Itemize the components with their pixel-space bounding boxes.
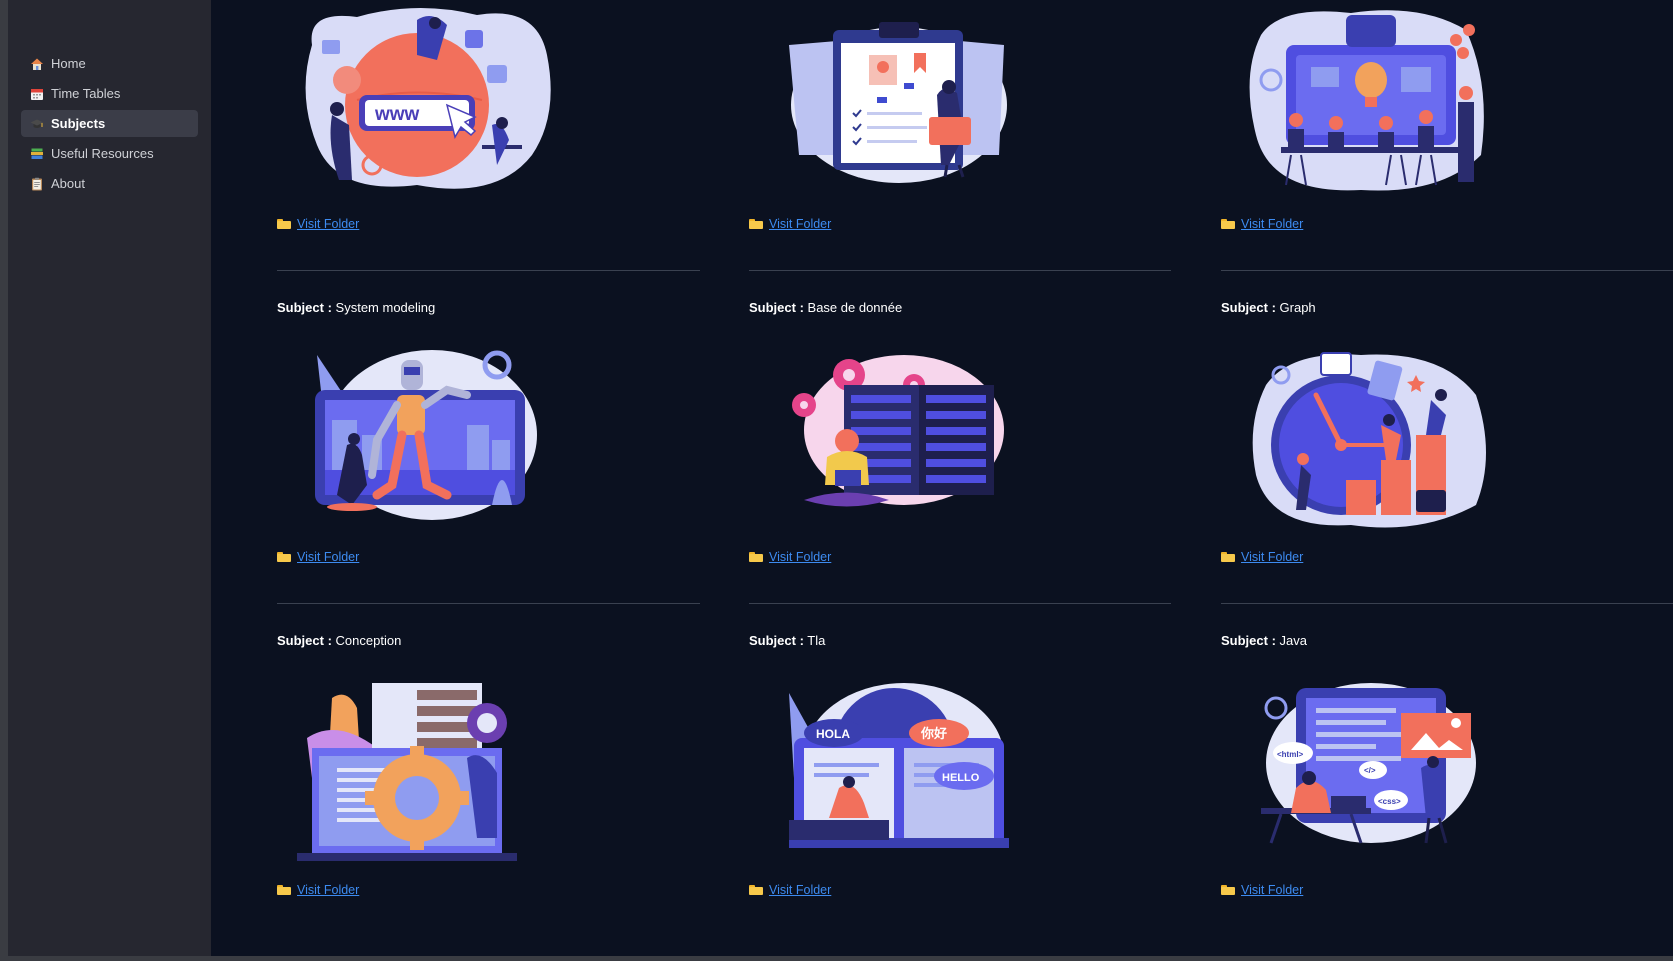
visit-folder-link[interactable]: Visit Folder <box>769 217 831 231</box>
visit-folder-link[interactable]: Visit Folder <box>297 883 359 897</box>
visit-folder-row: Visit Folder <box>277 217 359 231</box>
visit-folder-row: Visit Folder <box>277 550 359 564</box>
books-icon <box>30 147 44 161</box>
bubble-hello: HELLO <box>942 772 980 784</box>
website-globe-illustration: www <box>297 5 557 195</box>
sidebar-item-time-tables[interactable]: Time Tables <box>21 80 198 107</box>
visit-folder-row: Visit Folder <box>749 883 831 897</box>
sidebar-item-label: Home <box>51 56 86 71</box>
folder-icon <box>1221 885 1235 895</box>
divider <box>1221 270 1673 271</box>
sidebar-item-subjects[interactable]: Subjects <box>21 110 198 137</box>
visit-folder-link[interactable]: Visit Folder <box>1241 550 1303 564</box>
subject-title: Subject : System modeling <box>277 300 435 315</box>
clipboard-resume-illustration <box>769 5 1029 195</box>
window-frame-bottom <box>0 956 1673 961</box>
folder-icon <box>1221 219 1235 229</box>
bubble-hola: HOLA <box>816 727 850 741</box>
sidebar: Home Time Tables Subjects Useful Resourc… <box>8 0 211 956</box>
subject-title: Subject : Conception <box>277 633 401 648</box>
divider <box>749 603 1171 604</box>
visit-folder-link[interactable]: Visit Folder <box>1241 883 1303 897</box>
divider <box>277 270 700 271</box>
visit-folder-row: Visit Folder <box>1221 217 1303 231</box>
clock-growth-chart-illustration <box>1241 345 1501 535</box>
subject-name: Graph <box>1279 300 1316 315</box>
bubble-html: <html> <box>1277 750 1304 759</box>
visit-folder-row: Visit Folder <box>749 550 831 564</box>
clipboard-icon <box>30 177 44 191</box>
window-frame-left <box>0 0 8 961</box>
subject-title: Subject : Java <box>1221 633 1307 648</box>
robot-city-illustration <box>297 345 557 535</box>
calendar-icon <box>30 87 44 101</box>
subject-label: Subject : <box>749 300 804 315</box>
subject-title: Subject : Base de donnée <box>749 300 902 315</box>
svg-text:www: www <box>374 104 420 125</box>
visit-folder-row: Visit Folder <box>277 883 359 897</box>
sidebar-nav: Home Time Tables Subjects Useful Resourc… <box>21 50 198 200</box>
folder-icon <box>749 885 763 895</box>
subject-label: Subject : <box>749 633 804 648</box>
subject-label: Subject : <box>277 633 332 648</box>
visit-folder-link[interactable]: Visit Folder <box>1241 217 1303 231</box>
graduation-cap-icon <box>30 117 44 131</box>
visit-folder-link[interactable]: Visit Folder <box>297 550 359 564</box>
subject-label: Subject : <box>1221 633 1276 648</box>
bubble-code: </> <box>1364 766 1376 775</box>
folder-icon <box>749 552 763 562</box>
folder-icon <box>277 885 291 895</box>
sidebar-item-useful-resources[interactable]: Useful Resources <box>21 140 198 167</box>
visit-folder-link[interactable]: Visit Folder <box>769 883 831 897</box>
visit-folder-row: Visit Folder <box>749 217 831 231</box>
subject-title: Subject : Graph <box>1221 300 1316 315</box>
subject-label: Subject : <box>1221 300 1276 315</box>
folder-icon <box>277 219 291 229</box>
visit-folder-row: Visit Folder <box>1221 550 1303 564</box>
divider <box>1221 603 1673 604</box>
bubble-css: <css> <box>1378 797 1401 806</box>
visit-folder-link[interactable]: Visit Folder <box>297 217 359 231</box>
web-developer-illustration: <html> </> <css> <box>1241 678 1501 868</box>
visit-folder-row: Visit Folder <box>1221 883 1303 897</box>
subject-name: Base de donnée <box>807 300 903 315</box>
subject-name: Java <box>1279 633 1307 648</box>
server-database-illustration <box>769 345 1029 535</box>
folder-icon <box>1221 552 1235 562</box>
subject-name: System modeling <box>335 300 436 315</box>
gear-code-illustration <box>297 678 557 868</box>
team-office-illustration <box>1241 5 1501 195</box>
sidebar-item-label: Useful Resources <box>51 146 154 161</box>
sidebar-item-about[interactable]: About <box>21 170 198 197</box>
divider <box>277 603 700 604</box>
sidebar-item-label: Time Tables <box>51 86 121 101</box>
folder-icon <box>277 552 291 562</box>
house-icon <box>30 57 44 71</box>
subject-label: Subject : <box>277 300 332 315</box>
bubble-nihao: 你好 <box>920 726 947 741</box>
divider <box>749 270 1171 271</box>
subject-name: Tla <box>807 633 826 648</box>
languages-book-illustration: HOLA 你好 HELLO <box>769 678 1029 868</box>
folder-icon <box>749 219 763 229</box>
visit-folder-link[interactable]: Visit Folder <box>769 550 831 564</box>
sidebar-item-home[interactable]: Home <box>21 50 198 77</box>
subjects-main-area: www Visit Folder Visit Folder Visit Fold… <box>211 0 1673 956</box>
subject-title: Subject : Tla <box>749 633 825 648</box>
sidebar-item-label: Subjects <box>51 116 106 131</box>
sidebar-item-label: About <box>51 176 85 191</box>
subject-name: Conception <box>335 633 402 648</box>
